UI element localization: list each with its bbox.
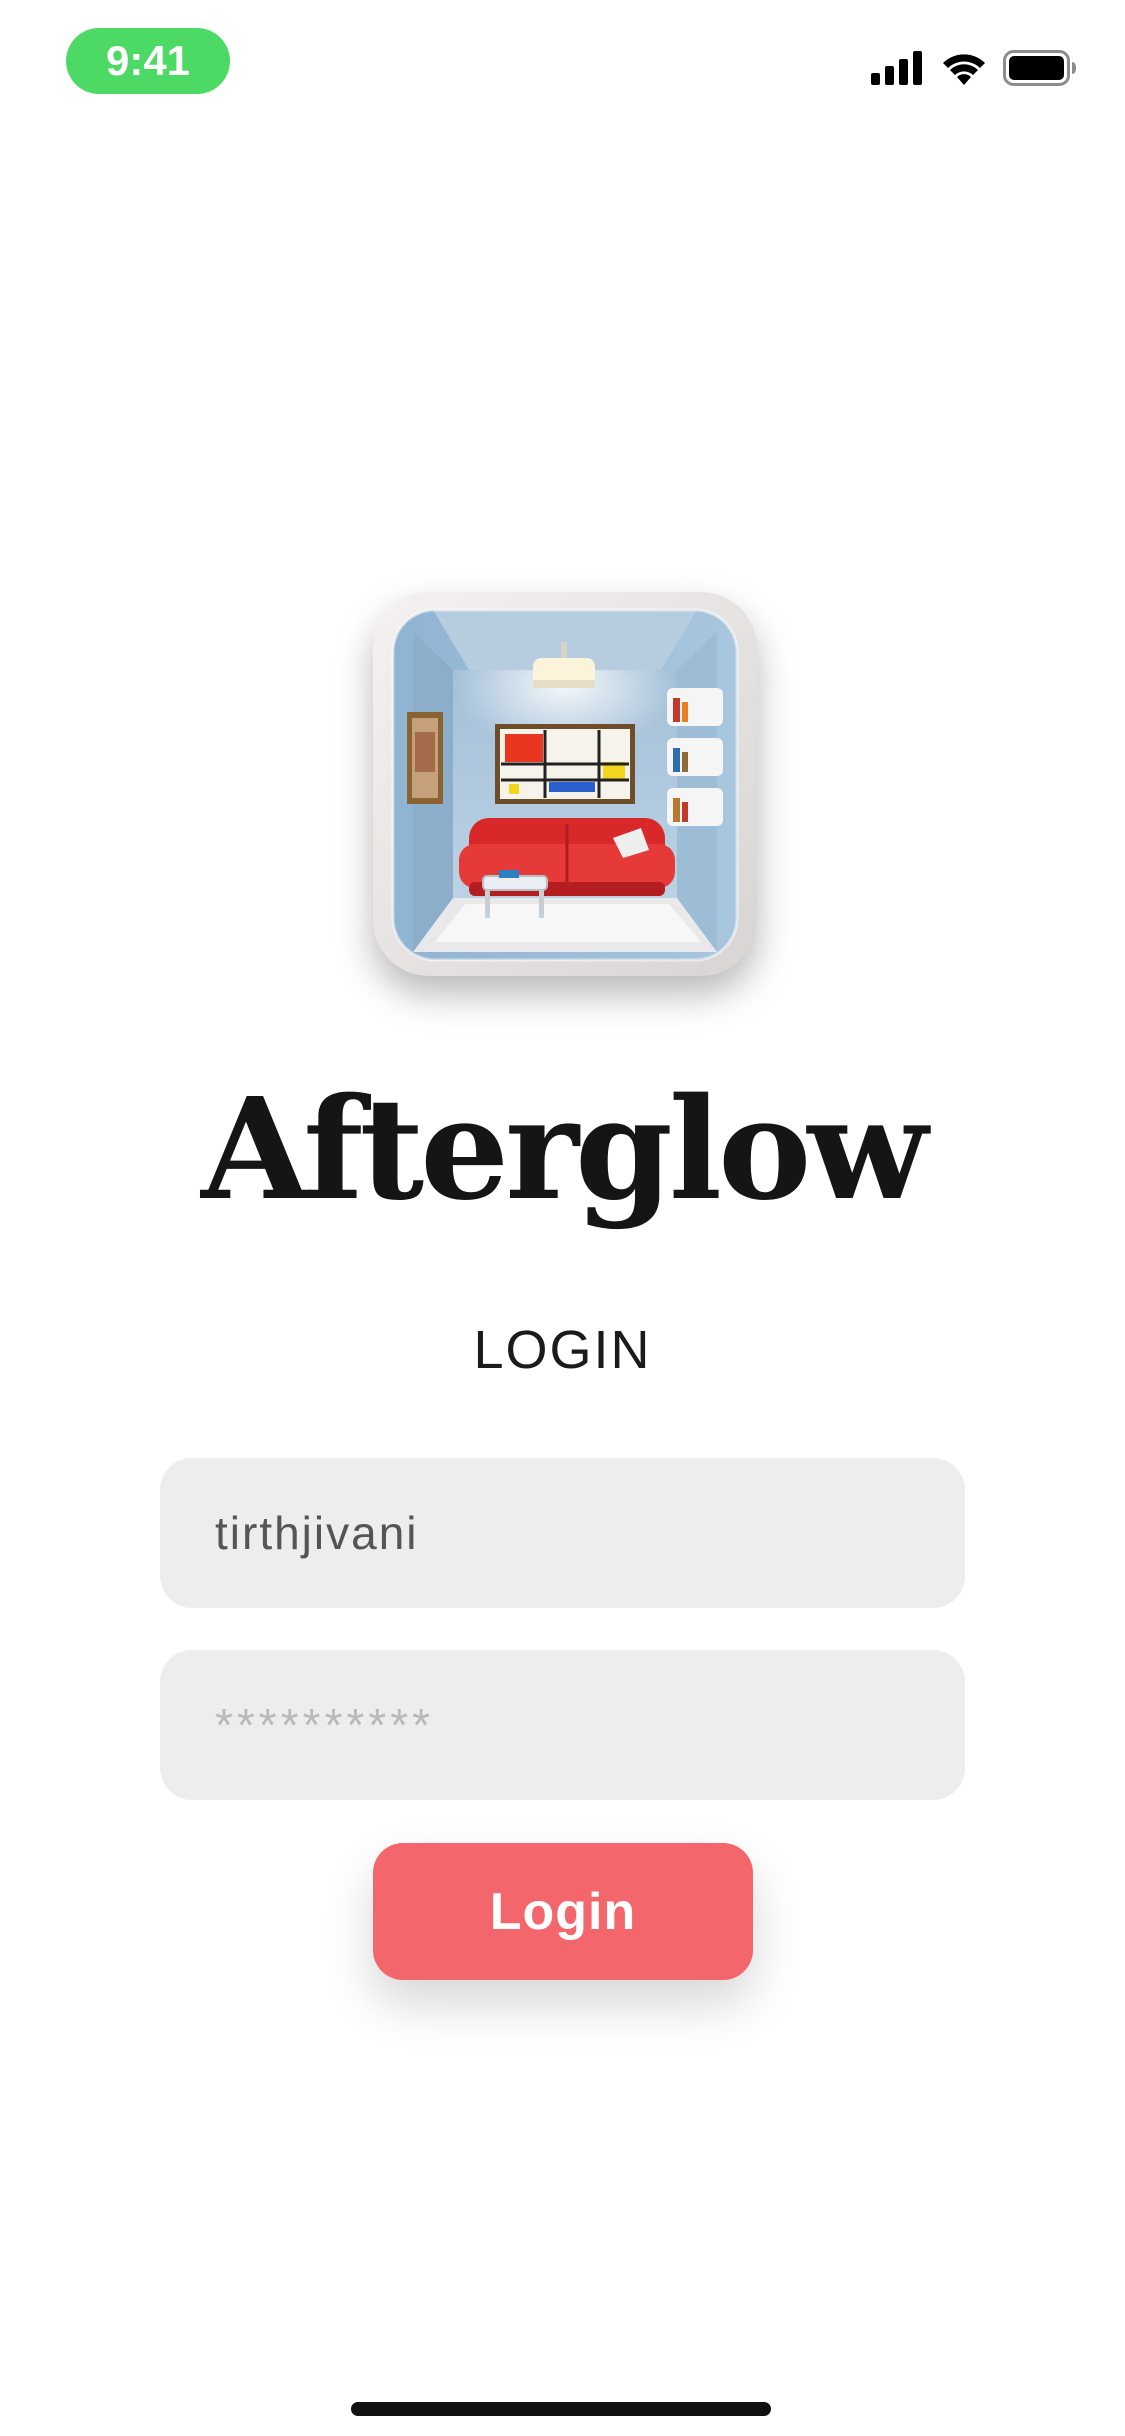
- status-icons: [871, 46, 1077, 90]
- login-button[interactable]: Login: [373, 1843, 753, 1980]
- status-time: 9:41: [66, 28, 230, 94]
- battery-icon: [1003, 50, 1077, 86]
- cellular-signal-icon: [871, 51, 925, 85]
- login-heading: LOGIN: [473, 1320, 652, 1380]
- home-indicator[interactable]: [351, 2402, 771, 2416]
- password-field[interactable]: [160, 1650, 965, 1800]
- living-room-app-icon: [373, 592, 757, 976]
- status-time-text: 9:41: [105, 37, 191, 84]
- username-field[interactable]: [160, 1458, 965, 1608]
- wifi-icon: [941, 51, 987, 85]
- app-title: Afterglow: [201, 1068, 928, 1232]
